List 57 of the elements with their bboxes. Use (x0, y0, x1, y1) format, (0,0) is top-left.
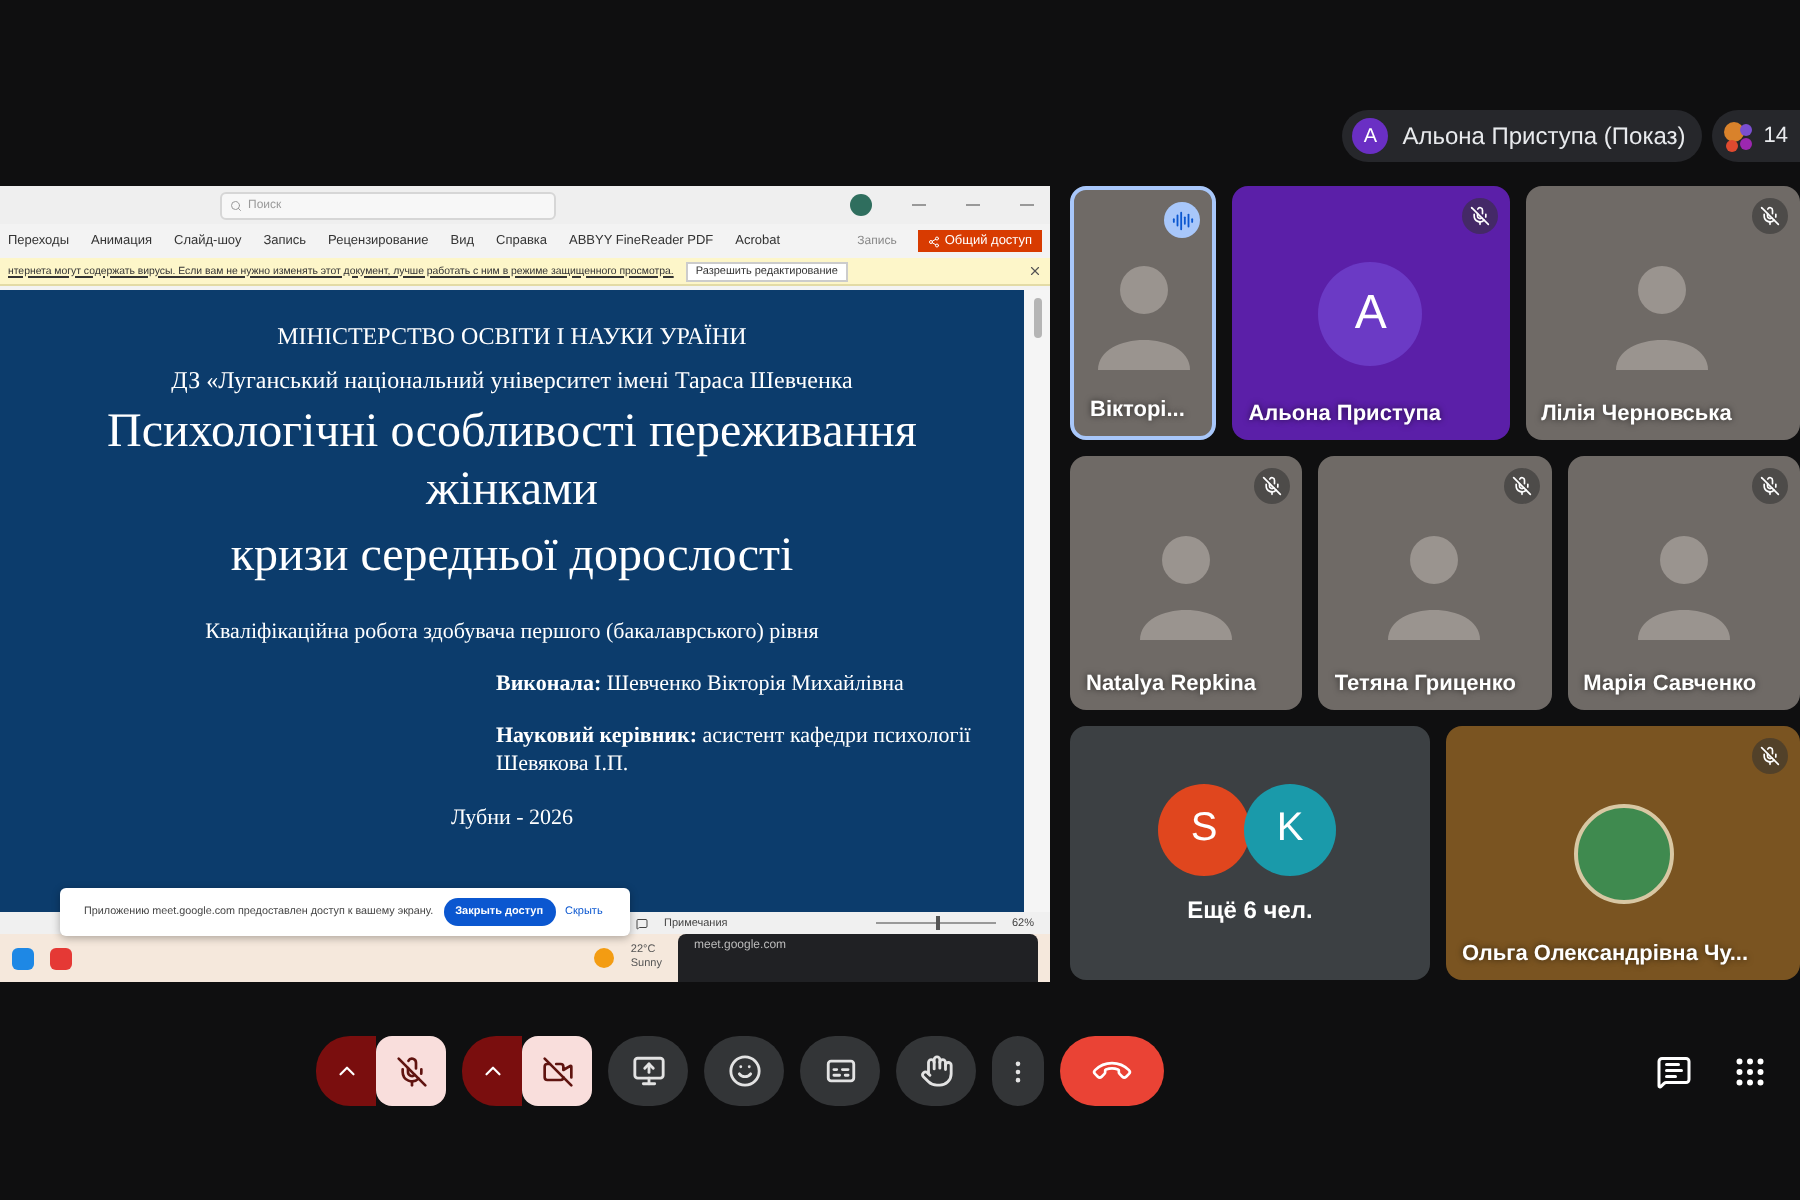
participant-tile[interactable]: Вікторі... (1070, 186, 1217, 440)
slide-text: МІНІСТЕРСТВО ОСВІТИ І НАУКИ УРАЇНИ (277, 322, 747, 354)
participant-tile[interactable]: A Альона Приступа (1232, 186, 1510, 440)
avatars-icon (1721, 120, 1754, 152)
more-participants-label: Ещё 6 чел. (1187, 895, 1313, 923)
sun-icon (594, 948, 615, 968)
close-icon[interactable] (1028, 264, 1042, 278)
present-screen-icon (631, 1054, 665, 1088)
participant-tile[interactable]: Марія Савченко (1567, 456, 1800, 710)
participant-name: Тетяна Гриценко (1334, 672, 1516, 696)
share-icon (928, 235, 941, 247)
chat-icon (1656, 1053, 1692, 1089)
avatar-circle: A (1352, 118, 1389, 154)
participant-tile[interactable]: Ольга Олександрівна Чу... (1446, 726, 1800, 980)
zoom-thumb[interactable] (935, 916, 940, 930)
presenter-chip[interactable]: A Альона Приступа (Показ) (1342, 110, 1702, 162)
participant-tile[interactable]: S K Ещё 6 чел. (1070, 726, 1430, 980)
avatar-circle: K (1244, 783, 1336, 875)
participant-name: Вікторі... (1090, 398, 1185, 422)
app-icon[interactable] (50, 947, 72, 969)
slide-text: Кваліфікаційна робота здобувача першого (бакалаврського) рівня (205, 617, 819, 646)
participant-name: Лілія Черновська (1541, 402, 1732, 426)
captions-icon (823, 1054, 857, 1088)
avatar-circle: A (1318, 261, 1423, 365)
participant-name: Марія Савченко (1583, 672, 1757, 696)
account-avatar[interactable] (850, 194, 872, 216)
notes-icon (636, 917, 648, 929)
participant-tile[interactable]: Natalya Repkina (1070, 456, 1303, 710)
participant-tile[interactable]: Тетяна Гриценко (1318, 456, 1552, 710)
app-icon[interactable] (12, 947, 34, 969)
participant-name: Ольга Олександрівна Чу... (1462, 942, 1749, 966)
search-icon (230, 199, 242, 211)
avatar-circle: S (1158, 783, 1250, 875)
smiley-icon (727, 1054, 761, 1088)
reactions-button[interactable] (704, 1036, 784, 1106)
slide-text: ДЗ «Луганський національний університет імені Тараса Шевченка (171, 365, 853, 397)
camera-button[interactable] (522, 1036, 592, 1106)
captions-button[interactable] (800, 1036, 880, 1106)
hand-icon (919, 1054, 953, 1088)
slide-text: кризи середньої дорослості (230, 527, 794, 586)
participants-button[interactable]: 14 (1711, 110, 1800, 162)
end-call-button[interactable] (1060, 1036, 1164, 1106)
camera-off-icon (541, 1055, 573, 1087)
participant-tile[interactable]: Лілія Черновська (1525, 186, 1800, 440)
audio-lines-icon (1171, 209, 1194, 231)
raise-hand-button[interactable] (896, 1036, 976, 1106)
microphone-button[interactable] (376, 1036, 446, 1106)
slide-text: Науковий керівник: асистент кафедри психології Шевякова І.П. (496, 722, 973, 780)
mic-off-icon (395, 1055, 427, 1087)
slide-text: Лубни - 2026 (450, 803, 574, 833)
participant-name: Альона Приступа (1248, 402, 1441, 426)
scrollbar-thumb[interactable] (1033, 298, 1041, 338)
present-button[interactable] (608, 1036, 688, 1106)
presenter-label: Альона Приступа (Показ) (1402, 122, 1686, 150)
slide-text: Виконала: Шевченко Вікторія Михайлівна (496, 669, 906, 699)
participant-name: Natalya Repkina (1086, 672, 1256, 696)
grid-icon (1732, 1053, 1768, 1089)
